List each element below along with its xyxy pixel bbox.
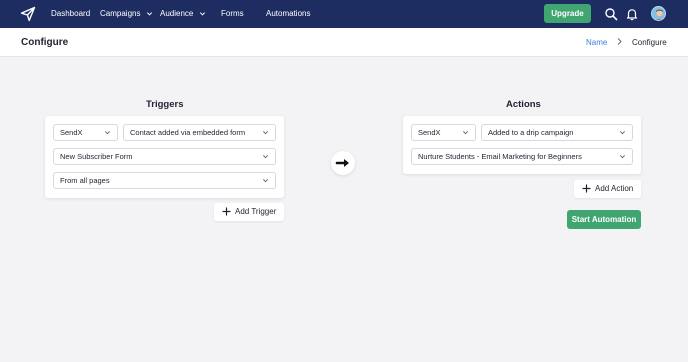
action-campaign-select[interactable]: Nurture Students - Email Marketing for B… — [411, 148, 633, 165]
trigger-page-select[interactable]: From all pages — [53, 172, 276, 189]
chevron-down-icon — [463, 131, 468, 135]
action-type-value: Added to a drip campaign — [488, 128, 574, 137]
actions-title: Actions — [506, 99, 541, 110]
avatar[interactable] — [651, 6, 666, 21]
arrow-right-icon — [335, 159, 349, 167]
action-app-select[interactable]: SendX — [411, 124, 476, 141]
nav-campaigns[interactable]: Campaigns — [100, 0, 153, 28]
chevron-down-icon — [263, 179, 268, 183]
actions-card: SendX Added to a drip campaign Nurture S… — [403, 116, 641, 174]
page-title: Configure — [21, 37, 69, 48]
nav-dashboard[interactable]: Dashboard — [51, 0, 90, 28]
plus-icon — [222, 207, 231, 216]
page-header: Configure Name Configure — [0, 28, 688, 57]
nav-automations[interactable]: Automations — [266, 0, 310, 28]
start-automation-button[interactable]: Start Automation — [567, 210, 641, 229]
chevron-down-icon — [199, 12, 205, 16]
trigger-app-value: SendX — [60, 128, 83, 137]
upgrade-button[interactable]: Upgrade — [544, 4, 591, 23]
nav-campaigns-label: Campaigns — [100, 9, 141, 18]
trigger-event-value: Contact added via embedded form — [130, 128, 246, 137]
add-trigger-label: Add Trigger — [235, 207, 277, 216]
chevron-down-icon — [105, 131, 110, 135]
triggers-card: SendX Contact added via embedded form Ne… — [45, 116, 284, 198]
chevron-right-icon — [617, 38, 622, 45]
flow-arrow — [331, 151, 355, 175]
action-campaign-value: Nurture Students - Email Marketing for B… — [418, 152, 582, 161]
chevron-down-icon — [620, 155, 625, 159]
add-trigger-button[interactable]: Add Trigger — [214, 203, 284, 221]
breadcrumb-current: Configure — [632, 38, 667, 47]
triggers-title: Triggers — [146, 99, 184, 110]
nav-forms[interactable]: Forms — [221, 0, 244, 28]
top-navbar: Dashboard Campaigns Audience Forms Autom… — [0, 0, 688, 28]
action-type-select[interactable]: Added to a drip campaign — [481, 124, 633, 141]
trigger-page-value: From all pages — [60, 176, 110, 185]
add-action-label: Add Action — [595, 184, 634, 193]
trigger-form-value: New Subscriber Form — [60, 152, 133, 161]
chevron-down-icon — [263, 155, 268, 159]
avatar-face-icon — [652, 7, 665, 20]
trigger-event-select[interactable]: Contact added via embedded form — [123, 124, 276, 141]
chevron-down-icon — [263, 131, 268, 135]
breadcrumb-name-link[interactable]: Name — [586, 38, 607, 47]
nav-audience[interactable]: Audience — [160, 0, 206, 28]
add-action-button[interactable]: Add Action — [574, 180, 641, 198]
trigger-form-select[interactable]: New Subscriber Form — [53, 148, 276, 165]
trigger-app-select[interactable]: SendX — [53, 124, 118, 141]
plus-icon — [582, 184, 591, 193]
search-icon[interactable] — [604, 7, 618, 21]
chevron-down-icon — [620, 131, 625, 135]
bell-icon[interactable] — [625, 7, 639, 21]
paper-plane-icon[interactable] — [20, 6, 36, 22]
chevron-down-icon — [146, 12, 152, 16]
nav-audience-label: Audience — [160, 9, 194, 18]
action-app-value: SendX — [418, 128, 441, 137]
